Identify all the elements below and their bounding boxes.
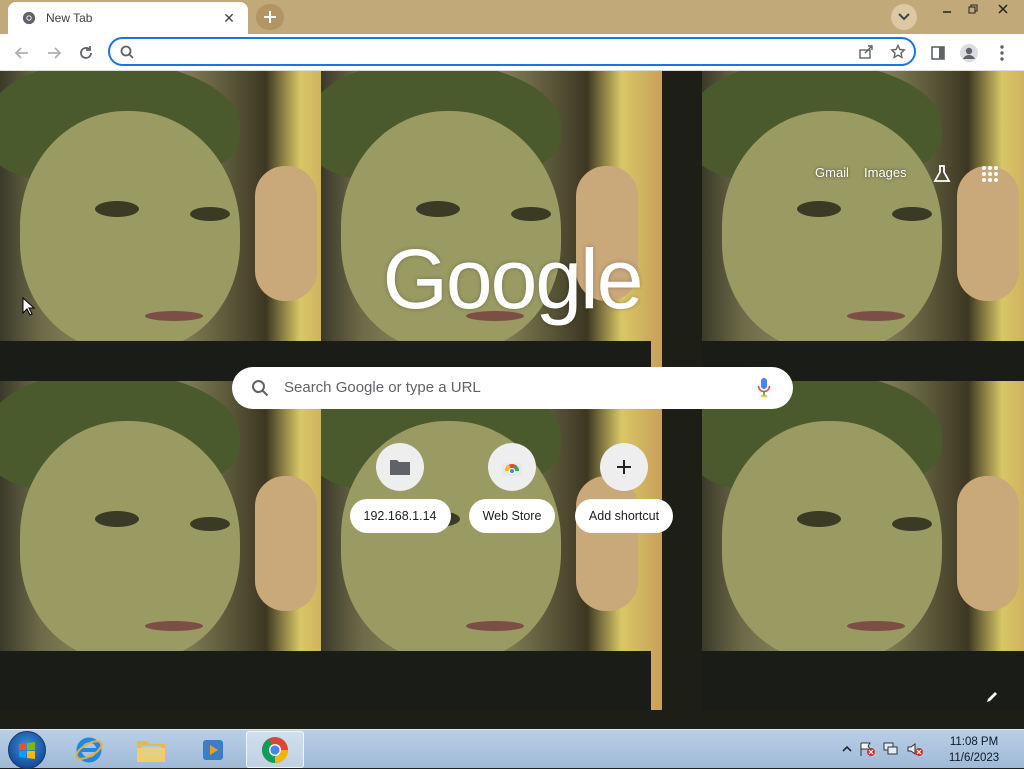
- address-bar[interactable]: [108, 37, 916, 66]
- media-player-icon: [203, 739, 223, 760]
- google-logo: Google: [382, 232, 644, 326]
- tab-search-button[interactable]: [891, 4, 917, 30]
- microphone-icon[interactable]: [757, 377, 771, 397]
- browser-toolbar: [0, 34, 1024, 71]
- ntp-search-placeholder: Search Google or type a URL: [284, 379, 481, 396]
- browser-titlebar: New Tab ✕: [0, 0, 1024, 34]
- profile-avatar-icon: [960, 44, 978, 62]
- images-link[interactable]: Images: [864, 165, 907, 180]
- background-tile: [702, 71, 1024, 400]
- bookmark-button[interactable]: [888, 43, 908, 61]
- background-tile: [0, 381, 341, 710]
- google-apps-button[interactable]: [978, 162, 1002, 186]
- taskbar-media-player[interactable]: [184, 731, 242, 768]
- shortcut-label: 192.168.1.14: [349, 499, 451, 533]
- gmail-link[interactable]: Gmail: [815, 165, 849, 180]
- new-tab-page: Gmail Images Google Search Google or typ…: [0, 71, 1024, 729]
- add-shortcut-tile[interactable]: Add shortcut: [572, 443, 676, 535]
- background-tile: [0, 71, 341, 400]
- network-icon[interactable]: [882, 741, 900, 757]
- plus-icon: [617, 460, 631, 474]
- chevron-down-icon: [898, 13, 910, 21]
- mouse-cursor-icon: [22, 297, 36, 316]
- tab-new-tab[interactable]: New Tab ✕: [8, 2, 248, 34]
- labs-button[interactable]: [930, 162, 954, 186]
- window-controls: [934, 0, 1020, 18]
- tab-title: New Tab: [46, 11, 93, 25]
- forward-arrow-icon: [48, 47, 62, 59]
- taskbar-file-explorer[interactable]: [122, 731, 180, 768]
- side-panel-button[interactable]: [924, 39, 952, 67]
- back-arrow-icon: [14, 47, 28, 59]
- reload-icon: [80, 46, 92, 59]
- forward-button[interactable]: [40, 39, 68, 67]
- new-tab-button[interactable]: [256, 4, 284, 30]
- shortcut-label: Add shortcut: [574, 499, 674, 533]
- windows-logo-icon: [19, 742, 35, 759]
- volume-muted-icon[interactable]: [906, 741, 924, 757]
- system-tray: [842, 738, 924, 760]
- start-button[interactable]: [8, 731, 46, 769]
- plus-icon: [264, 11, 276, 23]
- show-hidden-icons-icon[interactable]: [842, 745, 852, 753]
- back-button[interactable]: [8, 39, 36, 67]
- ntp-search-box[interactable]: Search Google or type a URL: [232, 367, 793, 409]
- shortcut-tile[interactable]: Web Store: [460, 443, 564, 535]
- profile-button[interactable]: [955, 39, 983, 67]
- share-icon: [859, 45, 873, 59]
- taskbar-clock[interactable]: 11:08 PM 11/6/2023: [940, 734, 1008, 766]
- star-icon: [890, 44, 906, 59]
- shortcut-tile[interactable]: 192.168.1.14: [348, 443, 452, 535]
- address-input[interactable]: [144, 42, 844, 62]
- shortcut-label: Web Store: [468, 499, 556, 533]
- chrome-icon: [261, 736, 289, 763]
- folder-icon: [390, 460, 410, 475]
- side-panel-icon: [931, 46, 945, 60]
- pencil-icon: [987, 692, 997, 702]
- chrome-favicon-icon: [22, 11, 36, 25]
- reload-button[interactable]: [72, 39, 100, 67]
- background-tile: [321, 381, 662, 710]
- file-explorer-icon: [137, 740, 165, 762]
- windows-taskbar: 11:08 PM 11/6/2023: [0, 729, 1024, 769]
- taskbar-internet-explorer[interactable]: [60, 731, 118, 768]
- search-icon: [120, 45, 134, 59]
- restore-button[interactable]: [960, 0, 986, 18]
- clock-date: 11/6/2023: [948, 752, 1000, 764]
- action-center-flag-icon[interactable]: [858, 741, 876, 757]
- chrome-menu-button[interactable]: [988, 39, 1016, 67]
- apps-grid-icon: [982, 166, 998, 182]
- minimize-button[interactable]: [934, 0, 960, 18]
- more-vert-icon: [1000, 45, 1004, 61]
- shortcut-icon-circle: [376, 443, 424, 491]
- search-icon: [252, 380, 269, 397]
- background-tile: [702, 381, 1024, 710]
- shortcut-icon-circle: [488, 443, 536, 491]
- flask-icon: [933, 165, 951, 182]
- taskbar-chrome[interactable]: [246, 731, 304, 768]
- shortcut-icon-circle: [600, 443, 648, 491]
- customize-chrome-button[interactable]: [980, 685, 1004, 709]
- close-window-button[interactable]: [986, 0, 1020, 18]
- clock-time: 11:08 PM: [949, 736, 999, 748]
- close-icon[interactable]: ✕: [220, 9, 238, 27]
- webstore-icon: [502, 463, 522, 476]
- share-button[interactable]: [856, 43, 876, 61]
- internet-explorer-icon: [75, 737, 103, 762]
